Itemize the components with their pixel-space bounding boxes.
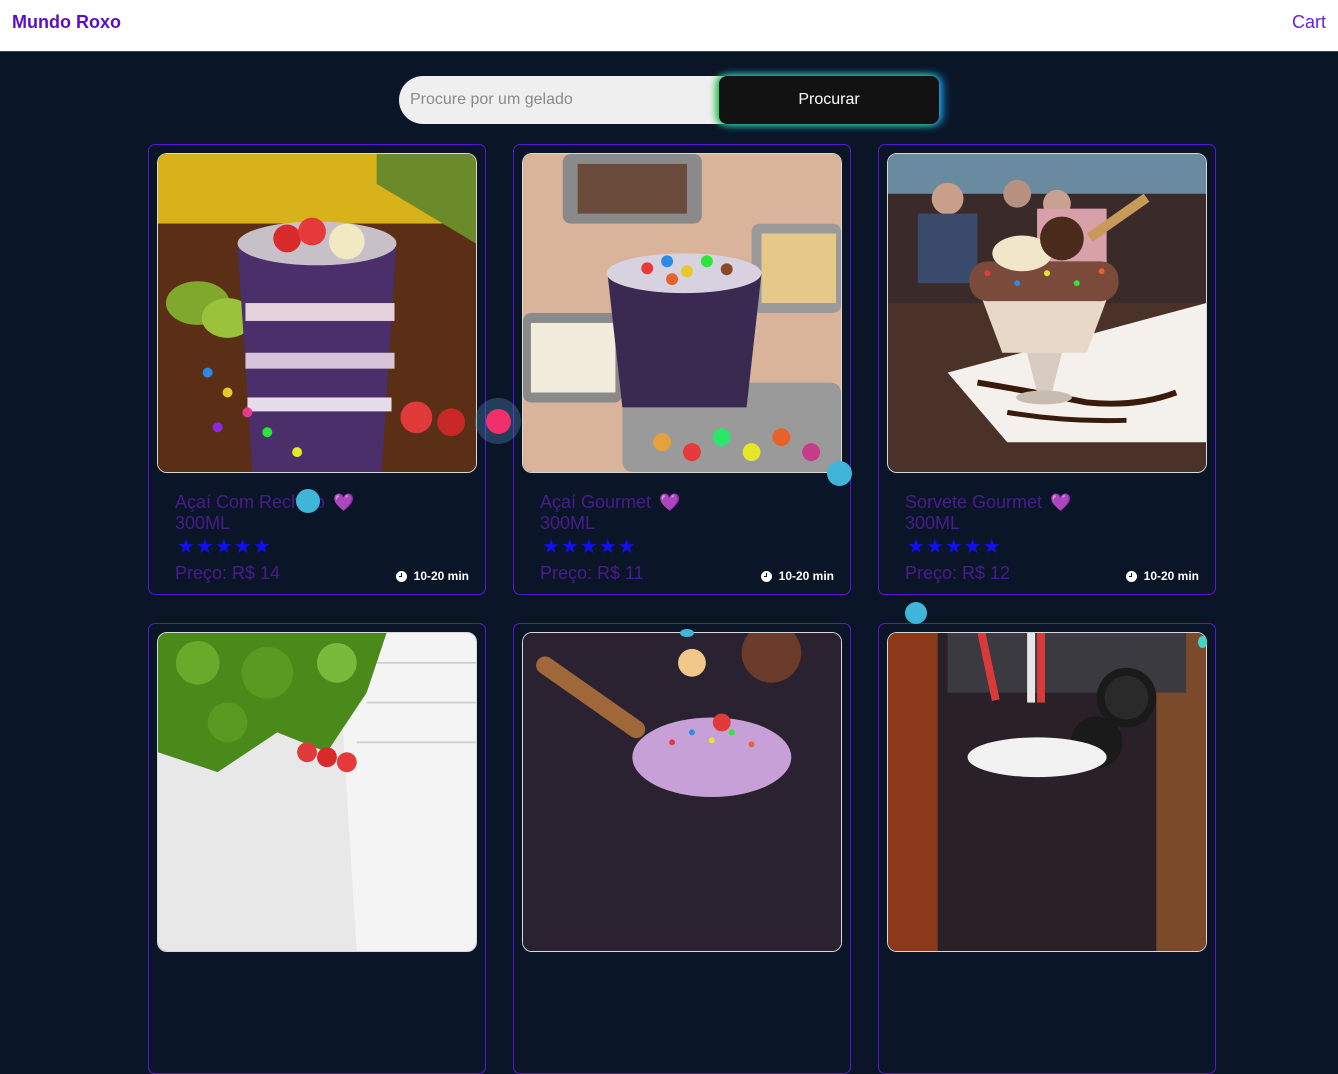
product-name: Sorvete Gourmet [905, 492, 1043, 512]
purple-heart-icon: 💜 [659, 492, 681, 512]
product-image[interactable] [887, 632, 1207, 952]
product-card[interactable]: Açaí Com Recheio 💜 300ML ★★★★★ Preço: R$… [148, 144, 486, 595]
product-image[interactable] [157, 153, 477, 473]
clock-icon [1125, 570, 1137, 582]
decorative-blue-dot [905, 602, 927, 624]
product-card[interactable] [878, 623, 1216, 1074]
star-rating-icon: ★★★★★ [177, 536, 272, 558]
decorative-blue-dot [827, 461, 852, 486]
purple-heart-icon: 💜 [333, 492, 355, 512]
product-size: 300ML [905, 513, 961, 533]
product-image[interactable] [522, 153, 842, 473]
star-rating-icon: ★★★★★ [542, 536, 637, 558]
delivery-time-label: 10-20 min [1143, 569, 1199, 583]
product-title-row: Sorvete Gourmet 💜 [905, 492, 1071, 513]
delivery-time-label: 10-20 min [778, 569, 834, 583]
delivery-time: 10-20 min [395, 569, 469, 583]
product-price: Preço: R$ 12 [905, 563, 1011, 583]
decorative-pink-dot [486, 409, 511, 434]
product-title-row: Açaí Gourmet 💜 [540, 492, 680, 513]
delivery-time: 10-20 min [1125, 569, 1199, 583]
product-card[interactable]: Açaí Gourmet 💜 300ML ★★★★★ Preço: R$ 11 … [513, 144, 851, 595]
product-title-row: Açaí Com Recheio 💜 [175, 492, 354, 513]
decorative-blue-dot [296, 489, 320, 513]
product-name: Açaí Gourmet [540, 492, 652, 512]
product-price: Preço: R$ 11 [540, 563, 644, 583]
clock-icon [760, 570, 772, 582]
product-card[interactable]: Sorvete Gourmet 💜 300ML ★★★★★ Preço: R$ … [878, 144, 1216, 595]
product-price: Preço: R$ 14 [175, 563, 281, 583]
product-card[interactable] [148, 623, 486, 1074]
search-button[interactable]: Procurar [719, 76, 939, 124]
product-image[interactable] [522, 632, 842, 952]
delivery-time: 10-20 min [760, 569, 834, 583]
cart-link[interactable]: Cart [1292, 12, 1326, 33]
search-input[interactable] [399, 76, 729, 124]
product-size: 300ML [175, 513, 231, 533]
product-image[interactable] [887, 153, 1207, 473]
delivery-time-label: 10-20 min [413, 569, 469, 583]
purple-heart-icon: 💜 [1050, 492, 1072, 512]
product-size: 300ML [540, 513, 596, 533]
brand-logo-text[interactable]: Mundo Roxo [12, 12, 121, 33]
decorative-teal-dot [1198, 636, 1207, 648]
decorative-blue-dot [680, 629, 694, 637]
clock-icon [395, 570, 407, 582]
star-rating-icon: ★★★★★ [907, 536, 1002, 558]
product-card[interactable] [513, 623, 851, 1074]
top-navbar: Mundo Roxo Cart [0, 0, 1338, 52]
product-image[interactable] [157, 632, 477, 952]
